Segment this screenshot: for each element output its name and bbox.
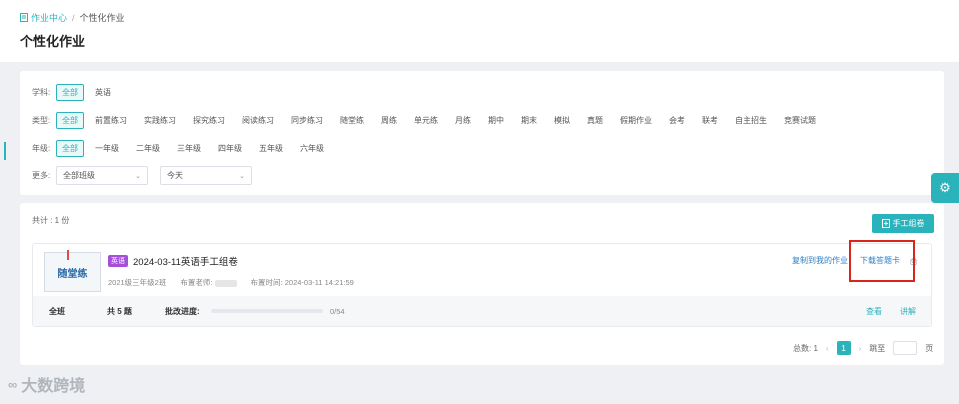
progress-bar (211, 309, 323, 313)
grade-chip[interactable]: 五年级 (253, 140, 289, 157)
homework-list-panel: 共计 : 1 份 手工组卷 随堂练 英语 2024-03-11英语手工组卷 20… (20, 203, 944, 365)
time-info: 布置时间: 2024-03-11 14:21:59 (251, 277, 354, 288)
cover-text: 随堂练 (57, 268, 88, 280)
type-chip[interactable]: 随堂练 (334, 112, 370, 129)
type-chip[interactable]: 单元练 (408, 112, 444, 129)
progress-label: 批改进度: (165, 306, 200, 316)
progress-text: 0/54 (330, 306, 345, 316)
grade-chip[interactable]: 六年级 (294, 140, 330, 157)
breadcrumb-current: 个性化作业 (79, 13, 125, 23)
manual-compose-button[interactable]: 手工组卷 (872, 214, 934, 233)
type-chip[interactable]: 阅读练习 (236, 112, 280, 129)
view-link[interactable]: 查看 (866, 306, 882, 317)
filter-panel: 学科: 全部 英语 类型: 全部 前置练习 实践练习 探究练习 阅读练习 同步练… (20, 71, 944, 195)
type-chip[interactable]: 月练 (449, 112, 477, 129)
pagination-total: 总数: 1 (793, 343, 818, 353)
page-jump-input[interactable] (893, 341, 918, 355)
teacher-label: 布置老师: (180, 278, 213, 287)
question-count: 共 5 题 (107, 306, 132, 316)
watermark-logo-icon: ∞ (8, 376, 18, 392)
document-icon (20, 13, 28, 22)
grade-chip[interactable]: 一年级 (89, 140, 125, 157)
manual-compose-label: 手工组卷 (892, 219, 925, 228)
filter-label: 更多: (32, 171, 51, 180)
highlight-box (849, 240, 915, 282)
document-add-icon (881, 219, 890, 228)
type-chip[interactable]: 真题 (581, 112, 609, 129)
grade-chip[interactable]: 三年级 (171, 140, 207, 157)
type-chip[interactable]: 自主招生 (729, 112, 773, 129)
type-chip[interactable]: 前置练习 (89, 112, 133, 129)
class-select[interactable]: 全部班级 ⌄ (56, 166, 148, 185)
type-chip[interactable]: 同步练习 (285, 112, 329, 129)
settings-tab[interactable]: ⚙ (931, 173, 959, 203)
homework-meta: 2021级三年级2班 布置老师: 布置时间: 2024-03-11 14:21:… (108, 277, 354, 288)
homework-title[interactable]: 2024-03-11英语手工组卷 (133, 254, 238, 268)
breadcrumb-home-label[interactable]: 作业中心 (31, 11, 67, 24)
total-count: 共计 : 1 份 (32, 216, 70, 225)
filter-row-type: 类型: 全部 前置练习 实践练习 探究练习 阅读练习 同步练习 随堂练 周练 单… (32, 112, 827, 129)
subject-chip[interactable]: 英语 (89, 84, 117, 101)
pagination: 总数: 1 ‹ 1 › 跳至 页 (793, 341, 933, 355)
page-unit: 页 (925, 343, 934, 353)
type-chip[interactable]: 竞赛试题 (778, 112, 822, 129)
page-number[interactable]: 1 (836, 341, 851, 355)
homework-cover: 随堂练 (44, 250, 101, 292)
filter-row-more: 更多: 全部班级 ⌄ 今天 ⌄ (32, 166, 264, 185)
copy-to-my-homework-link[interactable]: 复制到我的作业 (792, 255, 848, 266)
filter-row-grade: 年级: 全部 一年级 二年级 三年级 四年级 五年级 六年级 (32, 140, 335, 157)
type-chip[interactable]: 全部 (56, 112, 84, 129)
type-chip[interactable]: 实践练习 (138, 112, 182, 129)
class-name: 2021级三年级2班 (108, 278, 167, 287)
watermark-text: 大数跨境 (21, 378, 86, 395)
gear-icon: ⚙ (939, 180, 951, 195)
filter-label: 类型: (32, 116, 51, 125)
filter-label: 年级: (32, 144, 51, 153)
type-chip[interactable]: 联考 (696, 112, 724, 129)
type-chip[interactable]: 会考 (663, 112, 691, 129)
subject-chip[interactable]: 全部 (56, 84, 84, 101)
filter-row-subject: 学科: 全部 英语 (32, 84, 122, 101)
chevron-down-icon: ⌄ (135, 172, 141, 180)
chevron-right-icon[interactable]: › (859, 344, 862, 353)
type-chip[interactable]: 探究练习 (187, 112, 231, 129)
homework-card-footer: 全班 共 5 题 批改进度: 0/54 查看 讲解 (33, 296, 931, 326)
grade-chip[interactable]: 二年级 (130, 140, 166, 157)
redacted-teacher-name (214, 279, 237, 287)
teacher-info: 布置老师: (180, 277, 237, 288)
bookmark-icon (67, 250, 69, 260)
type-chip[interactable]: 假期作业 (614, 112, 658, 129)
explain-link[interactable]: 讲解 (900, 306, 916, 317)
jump-label: 跳至 (869, 343, 886, 353)
watermark: ∞ 大数跨境 (8, 372, 85, 396)
date-select-value: 今天 (167, 171, 183, 180)
breadcrumb-separator: / (72, 12, 75, 23)
type-chip[interactable]: 期末 (515, 112, 543, 129)
page-title: 个性化作业 (20, 34, 86, 49)
type-chip[interactable]: 模拟 (548, 112, 576, 129)
assign-time: 2024-03-11 14:21:59 (284, 278, 354, 287)
type-chip[interactable]: 周练 (375, 112, 403, 129)
chevron-down-icon: ⌄ (239, 172, 245, 180)
grade-chip[interactable]: 四年级 (212, 140, 248, 157)
scope-label: 全班 (49, 306, 65, 316)
class-select-value: 全部班级 (63, 171, 95, 180)
grade-chip[interactable]: 全部 (56, 140, 84, 157)
top-header: 作业中心 / 个性化作业 个性化作业 (0, 0, 959, 62)
filter-label: 学科: (32, 88, 51, 97)
side-indicator (4, 142, 6, 160)
subject-badge: 英语 (108, 255, 128, 267)
breadcrumb: 作业中心 / 个性化作业 (20, 11, 125, 24)
chevron-left-icon[interactable]: ‹ (826, 344, 829, 353)
date-select[interactable]: 今天 ⌄ (160, 166, 252, 185)
type-chip[interactable]: 期中 (482, 112, 510, 129)
breadcrumb-home[interactable]: 作业中心 (20, 11, 67, 24)
homework-card: 随堂练 英语 2024-03-11英语手工组卷 2021级三年级2班 布置老师:… (32, 240, 932, 327)
time-label: 布置时间: (250, 278, 283, 287)
